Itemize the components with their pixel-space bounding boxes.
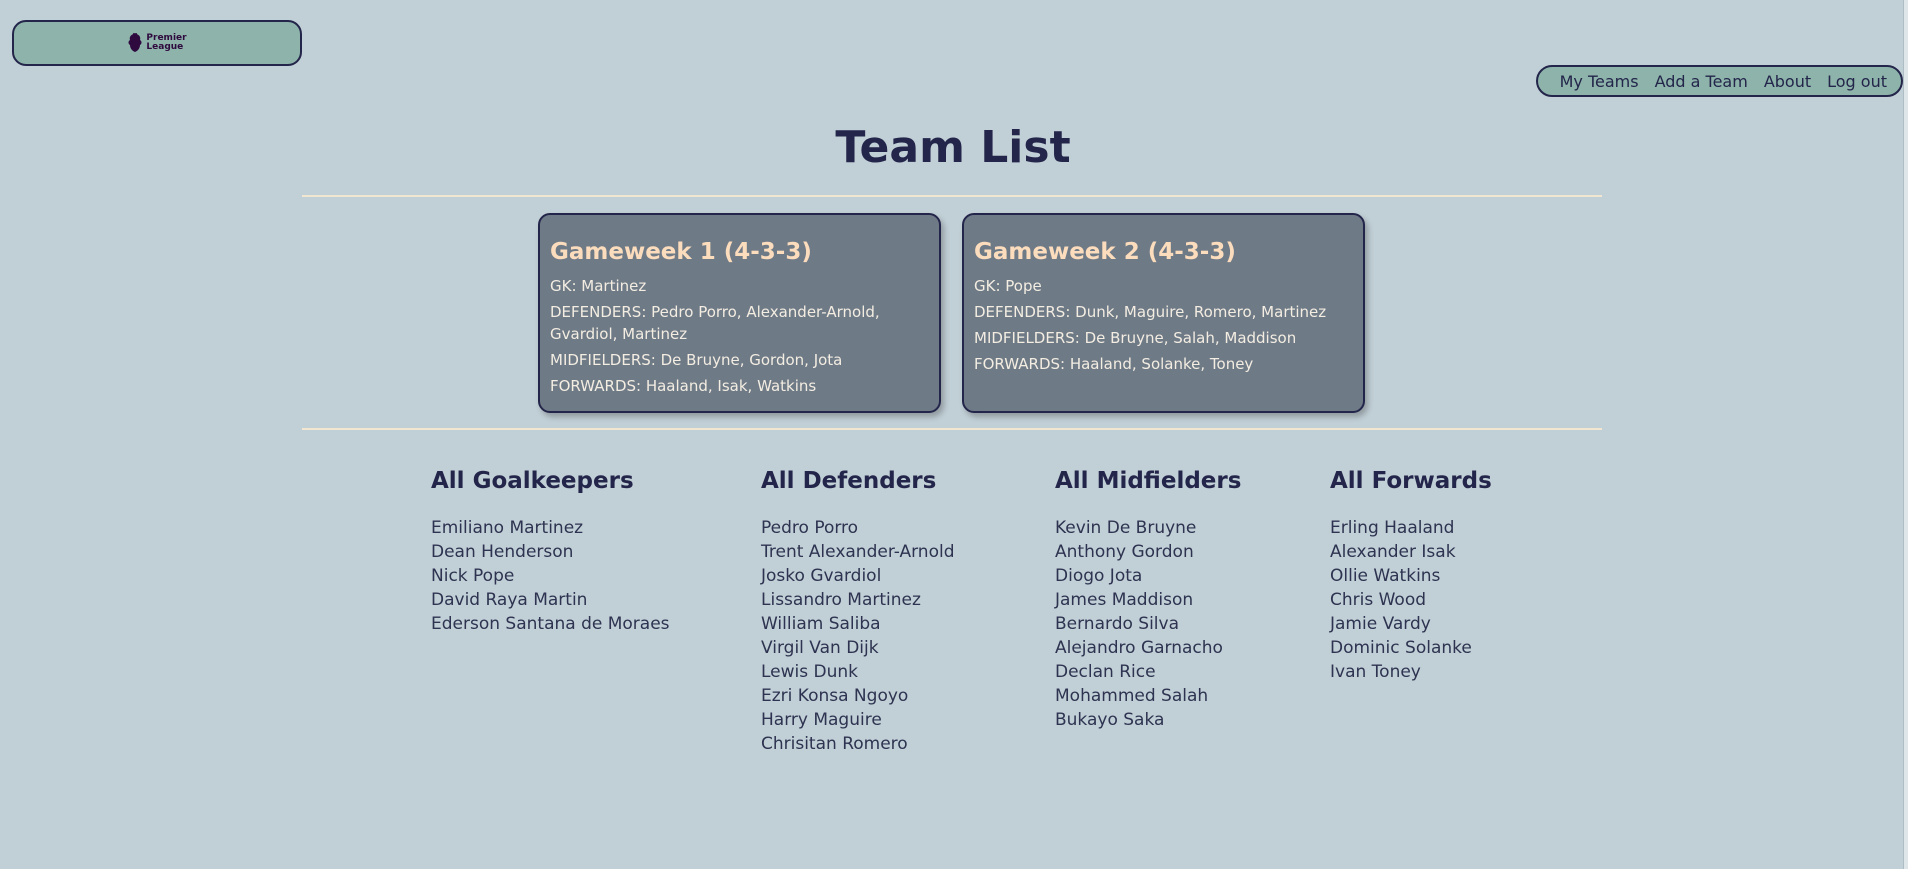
goalkeepers-column: All Goalkeepers Emiliano Martinez Dean H… xyxy=(431,466,670,636)
player-item: Harry Maguire xyxy=(761,710,882,730)
player-item: Kevin De Bruyne xyxy=(1055,518,1197,538)
page-title: Team List xyxy=(835,122,1071,173)
player-item: Alejandro Garnacho xyxy=(1055,638,1223,658)
player-item: James Maddison xyxy=(1055,590,1194,610)
midfielders-column: All Midfielders Kevin De Bruyne Anthony … xyxy=(1055,466,1241,732)
player-item: Dean Henderson xyxy=(431,542,574,562)
team-card-gameweek-1[interactable]: Gameweek 1 (4-3-3) GK: Martinez DEFENDER… xyxy=(538,213,941,413)
player-item: Pedro Porro xyxy=(761,518,859,538)
team-card-title: Gameweek 1 (4-3-3) xyxy=(550,239,812,265)
team-card-midfielders: MIDFIELDERS: De Bruyne, Salah, Maddison xyxy=(974,329,1297,347)
player-item: Chrisitan Romero xyxy=(761,734,908,754)
logo-wordmark: Premier League xyxy=(146,34,186,52)
player-item: Jamie Vardy xyxy=(1330,614,1431,634)
team-card-gameweek-2[interactable]: Gameweek 2 (4-3-3) GK: Pope DEFENDERS: D… xyxy=(962,213,1365,413)
goalkeepers-heading: All Goalkeepers xyxy=(431,468,634,494)
player-item: Bernardo Silva xyxy=(1055,614,1180,634)
team-card-gk: GK: Pope xyxy=(974,277,1042,295)
player-item: Ederson Santana de Moraes xyxy=(431,614,670,634)
player-item: Trent Alexander-Arnold xyxy=(761,542,955,562)
player-item: Nick Pope xyxy=(431,566,515,586)
defenders-heading: All Defenders xyxy=(761,468,937,494)
player-item: Josko Gvardiol xyxy=(761,566,882,586)
lion-icon xyxy=(128,33,142,52)
logo-line-2: League xyxy=(146,42,184,52)
nav-my-teams[interactable]: My Teams xyxy=(1560,72,1639,91)
team-card-forwards: FORWARDS: Haaland, Solanke, Toney xyxy=(974,355,1254,373)
player-item: Ezri Konsa Ngoyo xyxy=(761,686,909,706)
bottom-divider xyxy=(302,428,1602,430)
player-item: Chris Wood xyxy=(1330,590,1427,610)
main-nav: My Teams Add a Team About Log out xyxy=(1535,65,1903,97)
team-card-gk: GK: Martinez xyxy=(550,277,647,295)
player-item: Erling Haaland xyxy=(1330,518,1455,538)
team-card-defenders: DEFENDERS: Pedro Porro, Alexander-Arnold… xyxy=(550,303,880,343)
player-item: William Saliba xyxy=(761,614,881,634)
team-card-forwards: FORWARDS: Haaland, Isak, Watkins xyxy=(550,377,817,395)
team-card-defenders: DEFENDERS: Dunk, Maguire, Romero, Martin… xyxy=(974,303,1327,321)
team-card-midfielders: MIDFIELDERS: De Bruyne, Gordon, Jota xyxy=(550,351,843,369)
player-item: Dominic Solanke xyxy=(1330,638,1472,658)
player-item: Anthony Gordon xyxy=(1055,542,1194,562)
midfielders-heading: All Midfielders xyxy=(1055,468,1242,494)
player-item: Bukayo Saka xyxy=(1055,710,1165,730)
player-item: David Raya Martin xyxy=(431,590,588,610)
nav-add-team[interactable]: Add a Team xyxy=(1655,72,1748,91)
player-item: Diogo Jota xyxy=(1055,566,1143,586)
nav-log-out[interactable]: Log out xyxy=(1827,72,1887,91)
player-item: Ollie Watkins xyxy=(1330,566,1441,586)
player-item: Lissandro Martinez xyxy=(761,590,921,610)
forwards-heading: All Forwards xyxy=(1330,468,1492,494)
nav-about[interactable]: About xyxy=(1764,72,1811,91)
player-item: Virgil Van Dijk xyxy=(761,638,879,658)
player-item: Mohammed Salah xyxy=(1055,686,1209,706)
player-item: Lewis Dunk xyxy=(761,662,859,682)
top-divider xyxy=(302,195,1602,197)
defenders-column: All Defenders Pedro Porro Trent Alexande… xyxy=(761,466,955,756)
forwards-column: All Forwards Erling Haaland Alexander Is… xyxy=(1330,466,1492,684)
home-logo-link[interactable]: Premier League xyxy=(12,20,302,66)
player-item: Emiliano Martinez xyxy=(431,518,584,538)
player-item: Ivan Toney xyxy=(1330,662,1421,682)
player-item: Declan Rice xyxy=(1055,662,1156,682)
premier-league-logo: Premier League xyxy=(127,33,187,53)
player-item: Alexander Isak xyxy=(1330,542,1456,562)
team-card-title: Gameweek 2 (4-3-3) xyxy=(974,239,1236,265)
